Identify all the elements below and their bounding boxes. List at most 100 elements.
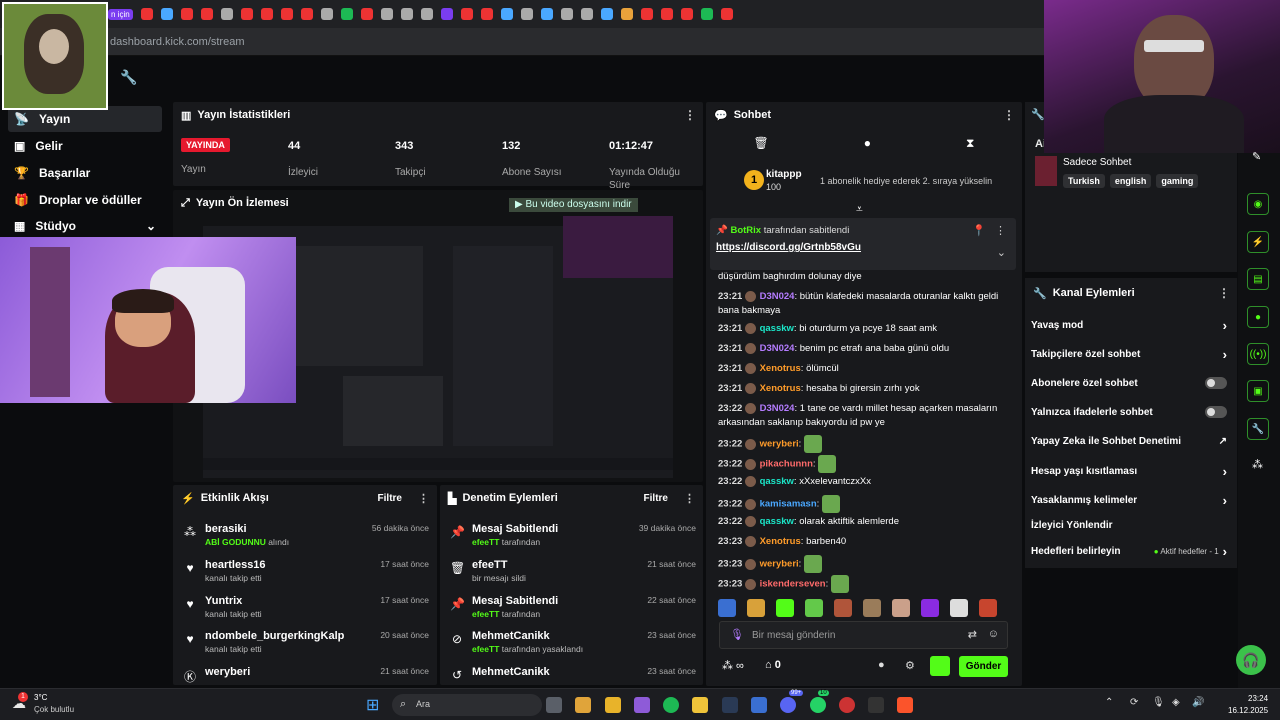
browser-tab-icon[interactable] — [320, 8, 333, 20]
chat-message[interactable]: 23:23 iskenderseven: — [718, 575, 1018, 593]
message-icon[interactable]: ● — [864, 136, 871, 150]
moderation-item[interactable]: 🗑 efeeTT bir mesajı sildi 21 saat önce — [440, 555, 704, 591]
chat-username[interactable]: D3N024 — [760, 403, 795, 414]
pinned-author[interactable]: BotRix — [730, 225, 761, 236]
send-button[interactable]: Gönder — [959, 656, 1008, 677]
emote-icon[interactable] — [718, 599, 736, 617]
sync-icon[interactable]: ⟳ — [1130, 697, 1138, 708]
chat-username[interactable]: qasskw — [760, 323, 794, 334]
chat-message[interactable]: 23:23 weryberi: — [718, 555, 1018, 573]
browser-tab-icon[interactable] — [420, 8, 433, 20]
browser-tab-icon[interactable] — [400, 8, 413, 20]
translate-icon[interactable]: ⇄ — [968, 628, 977, 641]
browser-tab-icon[interactable] — [260, 8, 273, 20]
obs-icon[interactable] — [839, 697, 855, 713]
support-headset-icon[interactable]: 🎧 — [1236, 645, 1266, 675]
chat-username[interactable]: Xenotrus — [760, 363, 801, 374]
chat-message[interactable]: 23:21 qasskw: bi oturdurm ya pcye 18 saa… — [718, 322, 1018, 336]
browser-tab-icon[interactable] — [380, 8, 393, 20]
sidebar-item-studyo[interactable]: ▦ Stüdyo ⌄ — [8, 213, 162, 239]
sidebar-item-droplar[interactable]: 🎁 Droplar ve ödüller — [8, 187, 162, 213]
activity-item[interactable]: ♥ ndombele_burgerkingKalp kanalı takip ett… — [173, 626, 437, 662]
activity-item[interactable]: ♥ heartless16 kanalı takip etti 17 saat önc… — [173, 555, 437, 591]
action-raid[interactable]: İzleyici Yönlendir — [1031, 515, 1227, 535]
points-count[interactable]: ⌂ 0 — [765, 659, 781, 671]
action-account-age[interactable]: Hesap yaşı kısıtlaması › — [1031, 461, 1227, 481]
chat-icon[interactable]: ● — [1247, 306, 1269, 328]
action-slow-mode[interactable]: Yavaş mod › — [1031, 315, 1227, 335]
terminal-icon[interactable] — [868, 697, 884, 713]
browser-tab-icon[interactable] — [520, 8, 533, 20]
action-followers-only[interactable]: Takipçilere özel sohbet › — [1031, 344, 1227, 364]
emote-icon[interactable] — [979, 599, 997, 617]
brave-icon[interactable] — [897, 697, 913, 713]
chat-message[interactable]: 23:21 Xenotrus: hesaba bi girersin zırhı… — [718, 382, 1018, 396]
action-ai-moderation[interactable]: Yapay Zeka ile Sohbet Denetimi ↗ — [1031, 431, 1227, 451]
chat-username[interactable]: qasskw — [760, 516, 794, 527]
browser-tab-icon[interactable] — [700, 8, 713, 20]
windows-start-icon[interactable]: ⊞ — [366, 695, 379, 715]
browser-tab-icon[interactable] — [560, 8, 573, 20]
emote-icon[interactable] — [747, 599, 765, 617]
chat-username[interactable]: pikachunnn — [760, 459, 813, 470]
browser-tab-icon[interactable] — [160, 8, 173, 20]
chat-message[interactable]: 23:23 Xenotrus: barben40 — [718, 535, 1018, 549]
emote-icon[interactable] — [863, 599, 881, 617]
chat-username[interactable]: Xenotrus — [760, 383, 801, 394]
more-icon[interactable]: ⋮ — [684, 108, 696, 122]
toggle-switch[interactable] — [1205, 377, 1227, 389]
more-icon[interactable]: ⋮ — [684, 492, 695, 505]
action-subscribers-only[interactable]: Abonelere özel sohbet — [1031, 373, 1227, 393]
browser-tab-icon[interactable] — [620, 8, 633, 20]
tag[interactable]: gaming — [1156, 174, 1199, 188]
tab-label[interactable]: n için — [108, 8, 133, 20]
chat-message[interactable]: 23:21 D3N024: benim pc etrafı ana baba g… — [718, 342, 1018, 356]
wrench-icon[interactable]: 🔧 — [120, 69, 137, 86]
moderation-item[interactable]: 📌 Mesaj Sabitlendi efeeTT tarafından 39 dak… — [440, 519, 704, 555]
chevron-down-icon[interactable]: ⌄ — [997, 246, 1006, 259]
browser-tab-icon[interactable] — [480, 8, 493, 20]
activity-filter-button[interactable]: Filtre — [378, 493, 402, 504]
trash-icon[interactable]: 🗑 — [754, 136, 769, 150]
browser-tab-icon[interactable] — [280, 8, 293, 20]
edit-icon[interactable]: ✎ — [1252, 150, 1261, 163]
browser-tab-icon[interactable] — [440, 8, 453, 20]
moderation-filter-button[interactable]: Filtre — [644, 493, 668, 504]
sidebar-item-gelir[interactable]: ▣ Gelir — [8, 133, 162, 159]
browser-tab-icon[interactable] — [640, 8, 653, 20]
collapse-icon[interactable]: ⩡ — [856, 202, 863, 217]
browser-tab-icon[interactable] — [240, 8, 253, 20]
browser-tab-icon[interactable] — [300, 8, 313, 20]
network-icon[interactable]: ◈ — [1172, 697, 1180, 708]
emote-icon[interactable] — [834, 599, 852, 617]
browser-tab-icon[interactable] — [660, 8, 673, 20]
task-view-icon[interactable] — [546, 697, 562, 713]
chat-message[interactable]: 23:21 D3N024: bütün klafedeki masalarda … — [718, 290, 1018, 317]
browser-tab-icon[interactable] — [180, 8, 193, 20]
browser-tab-icon[interactable] — [680, 8, 693, 20]
browser-tab-icon[interactable] — [600, 8, 613, 20]
url-text[interactable]: dashboard.kick.com/stream — [110, 36, 245, 48]
emote-icon[interactable] — [950, 599, 968, 617]
moderation-item[interactable]: ⊘ MehmetCanikk efeeTT tarafından yasakland… — [440, 626, 704, 662]
more-icon[interactable]: ⋮ — [418, 492, 429, 505]
browser-tab-icon[interactable] — [340, 8, 353, 20]
browser-tab-icon[interactable] — [140, 8, 153, 20]
chat-username[interactable]: weryberi — [760, 559, 799, 570]
broadcast-icon[interactable]: ((•)) — [1247, 343, 1269, 365]
volume-icon[interactable]: 🔊 — [1192, 697, 1204, 708]
taskbar-search[interactable]: ⌕ Ara — [392, 694, 542, 716]
wrench-icon[interactable]: 🔧 — [1247, 418, 1269, 440]
sidebar-item-basarilar[interactable]: 🏆 Başarılar — [8, 160, 162, 186]
toggle-switch[interactable] — [1205, 406, 1227, 418]
clock-date[interactable]: 16.12.2025 — [1228, 706, 1268, 715]
discord-icon[interactable] — [780, 697, 796, 713]
channel-points-icon[interactable]: ⁂ ∞ — [722, 659, 744, 672]
gear-icon[interactable]: ⚙ — [905, 659, 915, 672]
chat-username[interactable]: D3N024 — [760, 291, 795, 302]
browser-tab-icon[interactable] — [360, 8, 373, 20]
browser-tab-icon[interactable] — [720, 8, 733, 20]
layout-icon[interactable]: ▣ — [1247, 380, 1269, 402]
chat-username[interactable]: qasskw — [760, 476, 794, 487]
pinned-link[interactable]: https://discord.gg/Grtnb58vGu — [716, 242, 861, 253]
